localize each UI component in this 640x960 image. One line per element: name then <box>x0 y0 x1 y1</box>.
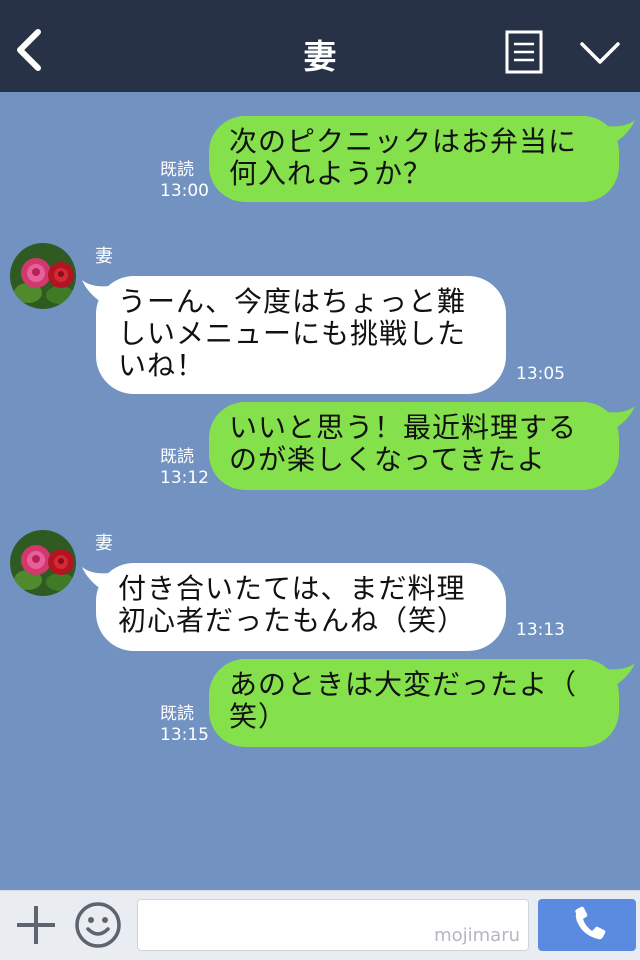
message-bubble-sent[interactable]: 次のピクニックはお弁当に 何入れようか？ <box>209 116 635 202</box>
bubble-tail <box>607 663 635 687</box>
plus-icon <box>17 906 55 944</box>
message-meta: 既読 13:15 <box>160 704 209 746</box>
phone-icon <box>575 906 606 940</box>
message-text: うーん、今度はちょっと難 <box>118 285 467 318</box>
bubble-tail <box>607 120 635 144</box>
message-text: いいと思う！最近料理する <box>229 411 578 444</box>
message-time: 13:00 <box>160 181 209 201</box>
message-time: 13:12 <box>160 468 209 488</box>
message-input[interactable]: mojimaru <box>137 899 529 951</box>
avatar[interactable] <box>10 243 76 309</box>
avatar[interactable] <box>10 530 76 596</box>
message-text: 初心者だったもんね（笑） <box>118 604 467 637</box>
message-bubble-received[interactable]: うーん、今度はちょっと難 しいメニューにも挑戦した いね！ <box>82 276 506 394</box>
chevron-down-icon <box>580 42 620 64</box>
message-text: いね！ <box>118 349 206 382</box>
message-time: 13:15 <box>160 725 209 745</box>
read-label: 既読 <box>160 704 194 724</box>
call-button[interactable] <box>538 899 636 951</box>
message-text: 次のピクニックはお弁当に <box>229 125 578 158</box>
message-text: のが楽しくなってきたよ <box>229 443 546 476</box>
smiley-icon <box>75 902 121 948</box>
bubble-tail <box>82 567 110 591</box>
collapse-button[interactable] <box>576 34 624 70</box>
message-meta: 既読 13:12 <box>160 447 209 489</box>
input-bar: mojimaru <box>0 890 640 960</box>
message-text: 笑） <box>229 700 288 733</box>
read-label: 既読 <box>160 160 194 180</box>
message-text: 付き合いたては、まだ料理 <box>118 572 466 605</box>
chat-area[interactable]: 既読 13:00 次のピクニックはお弁当に 何入れようか？ 妻 うーん、今度はち… <box>0 92 640 890</box>
add-button[interactable] <box>14 903 58 947</box>
message-time: 13:05 <box>516 364 565 384</box>
message-bubble-received[interactable]: 付き合いたては、まだ料理 初心者だったもんね（笑） <box>82 563 506 651</box>
notes-icon <box>505 30 543 74</box>
message-meta: 既読 13:00 <box>160 160 209 202</box>
rose-avatar-icon <box>10 243 76 309</box>
message-bubble-sent[interactable]: あのときは大変だったよ（ 笑） <box>209 659 635 747</box>
emoji-button[interactable] <box>74 901 122 949</box>
bubble-tail <box>82 280 110 304</box>
sender-name: 妻 <box>95 533 113 554</box>
notes-button[interactable] <box>505 30 543 74</box>
read-label: 既読 <box>160 447 194 467</box>
chat-title: 妻 <box>303 37 337 76</box>
sender-name: 妻 <box>95 246 113 267</box>
chat-header: 妻 <box>0 0 640 92</box>
rose-avatar-icon <box>10 530 76 596</box>
message-text: あのときは大変だったよ（ <box>229 668 578 701</box>
message-time: 13:13 <box>516 620 565 640</box>
watermark: mojimaru <box>434 925 520 946</box>
message-text: 何入れようか？ <box>229 157 433 190</box>
message-bubble-sent[interactable]: いいと思う！最近料理する のが楽しくなってきたよ <box>209 402 635 490</box>
message-text: しいメニューにも挑戦した <box>118 317 467 350</box>
bubble-tail <box>607 406 635 430</box>
